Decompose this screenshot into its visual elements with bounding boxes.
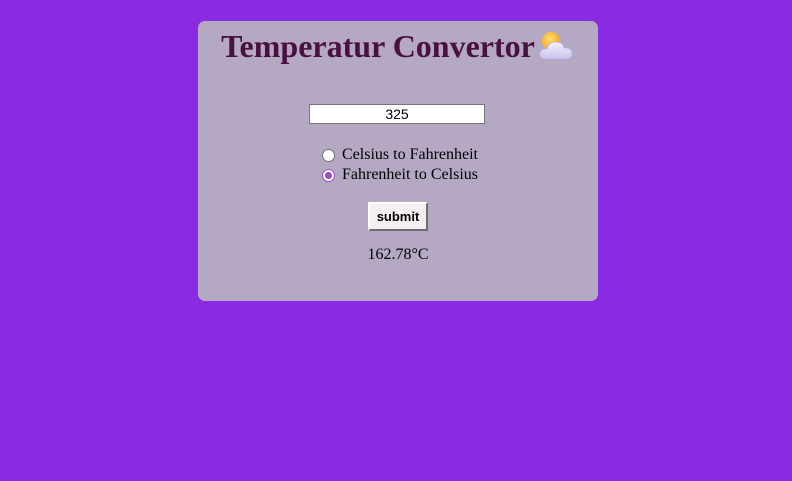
- temperature-input[interactable]: [309, 104, 485, 124]
- option-fahrenheit-to-celsius[interactable]: Fahrenheit to Celsius: [322, 165, 478, 185]
- celsius-to-fahrenheit-radio[interactable]: [322, 148, 335, 162]
- title-row: Temperatur Convertor: [198, 28, 598, 64]
- fahrenheit-to-celsius-label: Fahrenheit to Celsius: [342, 166, 478, 183]
- conversion-result: 162.78°C: [367, 246, 429, 263]
- converter-card: Temperatur Convertor 325 Celsius to Fahr…: [198, 21, 598, 301]
- option-celsius-to-fahrenheit[interactable]: Celsius to Fahrenheit: [322, 145, 478, 165]
- conversion-options: Celsius to Fahrenheit Fahrenheit to Cels…: [322, 145, 478, 185]
- page-title: Temperatur Convertor: [221, 28, 535, 64]
- celsius-to-fahrenheit-label: Celsius to Fahrenheit: [342, 146, 478, 163]
- sun-behind-cloud-icon: [537, 29, 575, 63]
- submit-button[interactable]: submit: [368, 202, 428, 231]
- fahrenheit-to-celsius-radio[interactable]: [322, 168, 335, 182]
